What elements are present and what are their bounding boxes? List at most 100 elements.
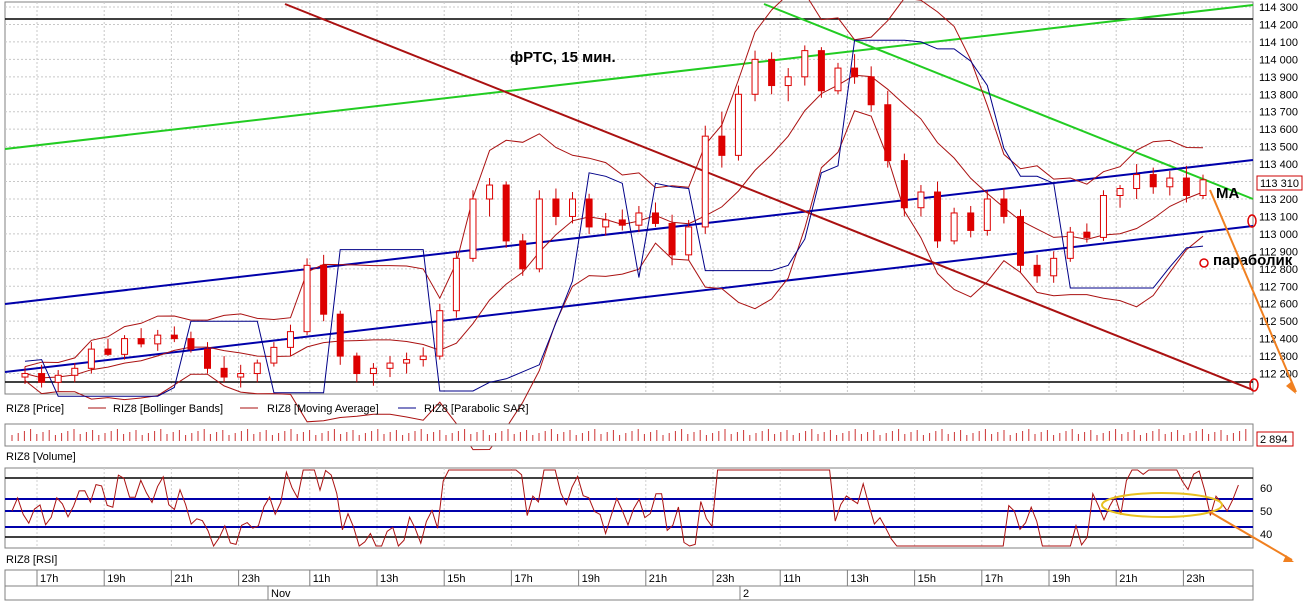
candle-body (104, 348, 112, 355)
price-plot-area (4, 1, 1254, 395)
candle-body (419, 355, 427, 361)
candle-body (817, 50, 825, 92)
time-tick-label: 21h (174, 573, 192, 585)
candle-body (1182, 177, 1190, 197)
candle-body (170, 334, 178, 340)
candle-body (701, 135, 709, 228)
time-tick-label: 11h (783, 573, 801, 585)
parabolic-annotation: параболик (1213, 252, 1293, 269)
date-label-nov: Nov (271, 588, 291, 600)
legend-price: RIZ8 [Price] (6, 403, 64, 415)
candle-body (270, 346, 278, 364)
candle-body (1066, 231, 1074, 259)
last-price-label: 113 310 (1260, 178, 1299, 190)
price-tick-label: 112 600 (1259, 299, 1298, 311)
candle-body (1099, 195, 1107, 238)
candle-body (286, 331, 294, 348)
candle-body (320, 264, 328, 315)
time-tick-label: 19h (107, 573, 125, 585)
candle-body (187, 338, 195, 350)
price-tick-label: 113 800 (1259, 89, 1298, 101)
time-tick-label: 11h (313, 573, 331, 585)
rsi-tick-60: 60 (1260, 483, 1272, 495)
candle-body (519, 240, 527, 270)
candle-body (502, 184, 510, 242)
candle-body (237, 373, 245, 378)
chart-title: фРТС, 15 мин. (510, 49, 616, 66)
candle-body (369, 367, 377, 375)
candle-body (436, 310, 444, 357)
rsi-panel: 60 50 40 RIZ8 [RSI] (4, 467, 1294, 566)
candle-body (668, 222, 676, 256)
price-tick-label: 112 700 (1259, 281, 1298, 293)
candle-body (900, 160, 908, 209)
candle-body (801, 50, 809, 78)
candle-body (403, 359, 411, 364)
candle-body (651, 212, 659, 224)
time-tick-label: 13h (850, 573, 868, 585)
candle-body (1133, 174, 1141, 190)
candle-body (535, 198, 543, 270)
volume-panel: 2 894 RIZ8 [Volume] (4, 423, 1294, 463)
ma-annotation: MA (1216, 185, 1239, 202)
legend: RIZ8 [Price] RIZ8 [Bollinger Bands] RIZ8… (6, 403, 529, 415)
candle-body (469, 198, 477, 259)
candle-body (137, 338, 145, 345)
time-tick-label: 13h (380, 573, 398, 585)
candle-body (569, 198, 577, 217)
candle-body (983, 198, 991, 231)
candle-body (635, 212, 643, 226)
candle-body (121, 338, 129, 355)
time-tick-label: 23h (242, 573, 260, 585)
time-tick-label: 15h (447, 573, 465, 585)
candle-body (353, 355, 361, 375)
candle-body (71, 367, 79, 376)
candle-body (967, 212, 975, 231)
candle-body (884, 104, 892, 162)
candle-body (1083, 231, 1091, 238)
candle-body (734, 93, 742, 156)
price-tick-label: 114 000 (1259, 54, 1298, 66)
date-axis-band (4, 585, 1254, 601)
candle-body (685, 226, 693, 256)
candle-body (1116, 188, 1124, 197)
candle-body (585, 198, 593, 228)
price-tick-label: 112 400 (1259, 334, 1298, 346)
candle-body (204, 348, 212, 369)
candle-body (934, 191, 942, 242)
price-tick-label: 113 900 (1259, 72, 1298, 84)
candle-body (220, 367, 228, 378)
price-tick-label: 113 200 (1259, 194, 1298, 206)
candle-body (253, 362, 261, 375)
candle-body (1199, 179, 1207, 197)
candle-body (917, 191, 925, 209)
price-tick-label: 113 100 (1259, 211, 1298, 223)
price-tick-label: 113 000 (1259, 229, 1298, 241)
price-panel: 114 300 114 200 114 100 114 000 113 900 113 8… (4, 0, 1303, 451)
candle-body (1033, 264, 1041, 277)
candle-body (336, 313, 344, 357)
candle-body (486, 184, 494, 200)
legend-sar: RIZ8 [Parabolic SAR] (424, 403, 529, 415)
candle-body (87, 348, 95, 369)
price-tick-label: 114 100 (1259, 37, 1298, 49)
time-tick-label: 19h (582, 573, 600, 585)
candle-body (867, 76, 875, 106)
rsi-plot-area (4, 467, 1254, 549)
time-axis: 17h 19h 21h 23h 11h 13h 15h 17h 19h 21h 23h 11h 13h 1… (4, 569, 1254, 601)
price-axis: 114 300 114 200 114 100 114 000 113 900 113 8… (1259, 2, 1298, 381)
volume-value-label: 2 894 (1260, 434, 1288, 446)
rsi-tick-40: 40 (1260, 529, 1272, 541)
candle-body (618, 219, 626, 226)
candle-body (1166, 177, 1174, 188)
candle-body (386, 362, 394, 369)
time-tick-label: 23h (716, 573, 734, 585)
candle-body (851, 67, 859, 78)
time-tick-label: 15h (918, 573, 936, 585)
time-tick-label: 19h (1052, 573, 1070, 585)
candle-body (950, 212, 958, 242)
date-label-2: 2 (743, 588, 749, 600)
chart-svg: 114 300 114 200 114 100 114 000 113 900 113 8… (4, 0, 1303, 601)
time-tick-label: 17h (514, 573, 532, 585)
candle-body (38, 373, 46, 383)
